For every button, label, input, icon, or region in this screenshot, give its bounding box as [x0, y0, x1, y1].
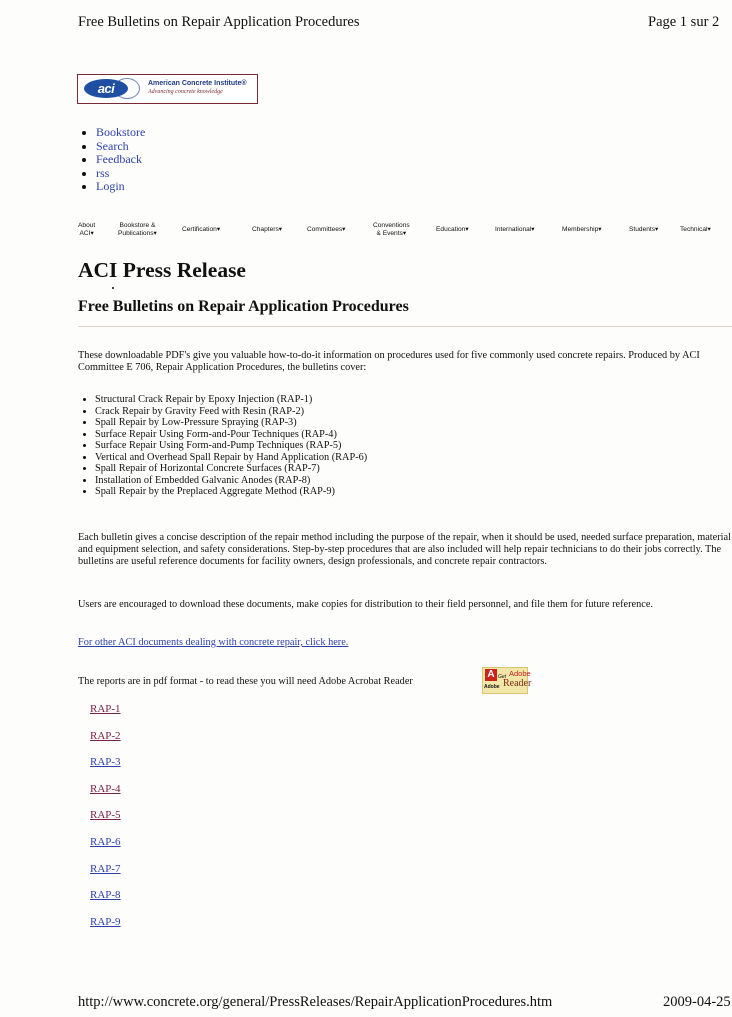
login-link[interactable]: Login: [96, 179, 125, 194]
nav-conventions-line1: Conventions: [373, 222, 410, 229]
rap-link-8[interactable]: RAP-8: [90, 889, 121, 901]
pdf-reader-note: The reports are in pdf format - to read …: [78, 676, 413, 687]
nav-technical-label: Technical▾: [680, 226, 711, 233]
feedback-link[interactable]: Feedback: [96, 152, 142, 166]
utility-link-item: Bookstore: [96, 125, 145, 140]
nav-students-label: Students▾: [629, 226, 659, 233]
rap-link-7[interactable]: RAP-7: [90, 863, 121, 875]
nav-bookstore-line2: Publications▾: [118, 229, 157, 237]
rap-link-9[interactable]: RAP-9: [90, 916, 121, 928]
bulletin-item: Structural Crack Repair by Epoxy Injecti…: [95, 394, 367, 406]
bulletin-item: Surface Repair Using Form-and-Pump Techn…: [95, 440, 367, 452]
bulletin-item: Spall Repair by the Preplaced Aggregate …: [95, 486, 367, 498]
rap-link-6[interactable]: RAP-6: [90, 836, 121, 848]
page-title: ACI Press Release: [78, 258, 246, 282]
utility-link-item: rss: [96, 166, 145, 181]
bulletin-list: Structural Crack Repair by Epoxy Injecti…: [78, 394, 367, 498]
nav-conventions-line2: & Events▾: [376, 229, 407, 237]
print-footer-url: http://www.concrete.org/general/PressRel…: [78, 994, 553, 1010]
search-link[interactable]: Search: [96, 139, 129, 153]
bulletin-item: Surface Repair Using Form-and-Pour Techn…: [95, 429, 367, 441]
usage-paragraph: Users are encouraged to download these d…: [78, 599, 653, 610]
print-header-page-number: Page 1 sur 2: [648, 14, 720, 30]
stray-mark: [112, 287, 114, 289]
nav-conventions-events[interactable]: Conventions & Events▾: [373, 222, 410, 237]
adobe-badge-product: Reader: [503, 678, 532, 689]
nav-bookstore-line1: Bookstore &: [119, 222, 156, 229]
bulletin-item: Spall Repair of Horizontal Concrete Surf…: [95, 463, 367, 475]
nav-education-label: Education▾: [436, 226, 469, 233]
logo-tagline: Advancing concrete knowledge: [148, 89, 223, 95]
rap-link-2[interactable]: RAP-2: [90, 730, 121, 742]
rap-link-5[interactable]: RAP-5: [90, 809, 121, 821]
nav-certification[interactable]: Certification▾: [182, 226, 220, 234]
print-header-title: Free Bulletins on Repair Application Pro…: [78, 14, 360, 30]
rap-link-4[interactable]: RAP-4: [90, 783, 121, 795]
adobe-logo-icon: A: [485, 669, 497, 681]
page-subtitle: Free Bulletins on Repair Application Pro…: [78, 298, 409, 315]
nav-students[interactable]: Students▾: [629, 226, 658, 234]
intro-paragraph: These downloadable PDF's give you valuab…: [78, 350, 700, 373]
nav-committees[interactable]: Committees▾: [307, 226, 345, 234]
nav-technical[interactable]: Technical▾: [680, 226, 711, 234]
print-footer-date: 2009-04-25: [663, 994, 731, 1010]
nav-about[interactable]: About ACI▾: [78, 222, 95, 237]
utility-link-item: Search: [96, 139, 145, 154]
bookstore-link[interactable]: Bookstore: [96, 125, 145, 139]
adobe-badge-brand: Adobe: [484, 684, 500, 690]
aci-logo[interactable]: aci American Concrete Institute® Advanci…: [77, 74, 258, 104]
bulletin-item: Vertical and Overhead Spall Repair by Ha…: [95, 452, 367, 464]
nav-committees-label: Committees▾: [307, 226, 346, 233]
nav-about-line2: ACI▾: [79, 229, 94, 237]
bulletin-item: Crack Repair by Gravity Feed with Resin …: [95, 406, 367, 418]
rap-link-3[interactable]: RAP-3: [90, 756, 121, 768]
rss-link[interactable]: rss: [96, 166, 109, 180]
logo-mark: aci: [84, 79, 128, 98]
nav-international-label: International▾: [495, 226, 535, 233]
utility-links: Bookstore Search Feedback rss Login: [79, 125, 145, 194]
rap-link-1[interactable]: RAP-1: [90, 703, 121, 715]
printed-page: Free Bulletins on Repair Application Pro…: [0, 0, 732, 1017]
nav-international[interactable]: International▾: [495, 226, 535, 234]
nav-membership[interactable]: Membership▾: [562, 226, 602, 234]
nav-chapters[interactable]: Chapters▾: [252, 226, 282, 234]
get-adobe-reader-badge[interactable]: A Adobe Get Adobe Reader: [482, 667, 532, 694]
other-documents-link[interactable]: For other ACI documents dealing with con…: [78, 637, 348, 648]
nav-certification-label: Certification▾: [182, 226, 221, 233]
bulletin-item: Spall Repair by Low-Pressure Spraying (R…: [95, 417, 367, 429]
nav-education[interactable]: Education▾: [436, 226, 469, 234]
description-paragraph: Each bulletin gives a concise descriptio…: [78, 532, 731, 567]
logo-name: American Concrete Institute®: [148, 80, 247, 87]
adobe-badge-product-brand: Adobe: [509, 669, 531, 678]
nav-membership-label: Membership▾: [562, 226, 602, 233]
nav-bookstore-publications[interactable]: Bookstore & Publications▾: [118, 222, 157, 237]
bulletin-item: Installation of Embedded Galvanic Anodes…: [95, 475, 367, 487]
nav-about-line1: About: [78, 222, 96, 229]
utility-link-item: Feedback: [96, 152, 145, 167]
nav-chapters-label: Chapters▾: [252, 226, 283, 233]
utility-link-item: Login: [96, 180, 145, 194]
divider: [78, 326, 732, 327]
